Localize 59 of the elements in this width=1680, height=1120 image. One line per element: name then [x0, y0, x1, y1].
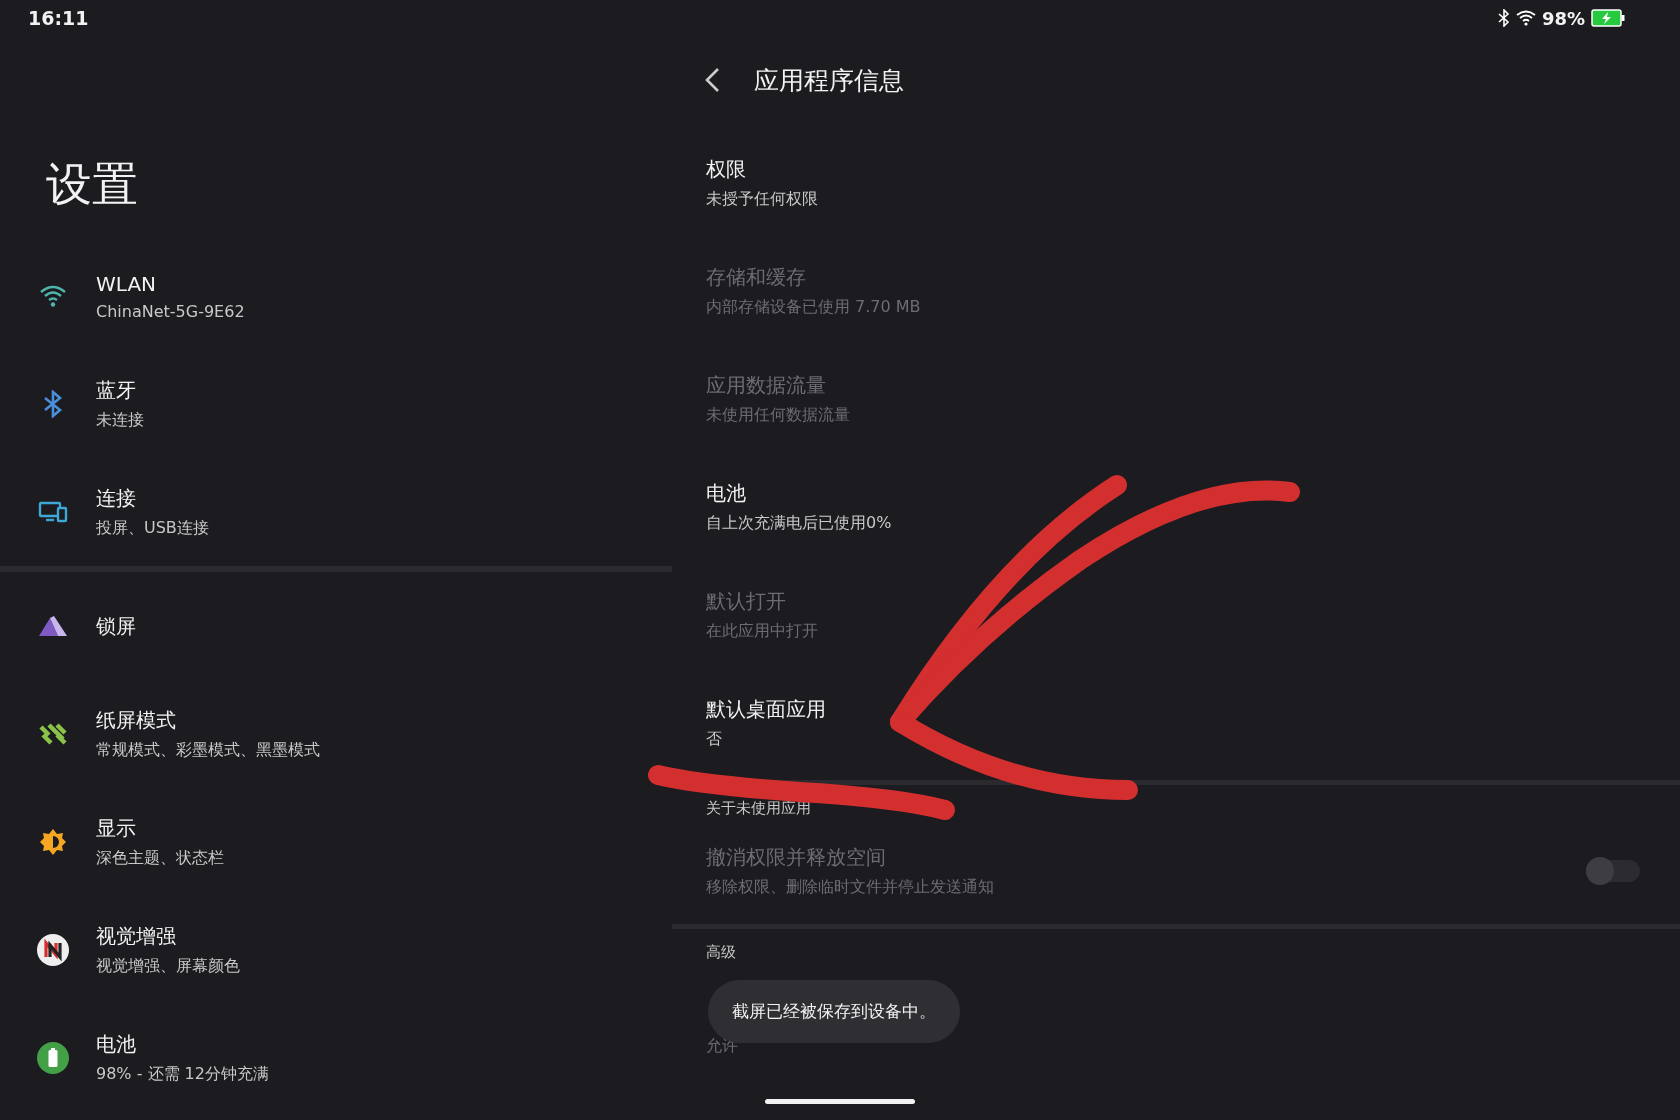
settings-item[interactable]: 电池 98% - 还需 12分钟充满: [0, 1004, 672, 1112]
settings-title: 设置: [45, 156, 139, 213]
item-subtitle: 未授予任何权限: [706, 189, 818, 210]
item-subtitle: 未连接: [96, 410, 144, 431]
item-subtitle: 自上次充满电后已使用0%: [706, 513, 892, 534]
settings-item[interactable]: 锁屏: [0, 572, 672, 680]
wifi-icon: [39, 284, 67, 308]
vision-icon: [36, 933, 70, 967]
bluetooth-icon: [43, 390, 63, 418]
item-title: 应用数据流量: [706, 372, 826, 399]
item-title: 锁屏: [96, 612, 136, 640]
wifi-icon: [1515, 10, 1536, 26]
settings-item[interactable]: 视觉增强 视觉增强、屏幕颜色: [0, 896, 672, 1004]
bluetooth-icon: [1497, 9, 1510, 27]
item-subtitle: 视觉增强、屏幕颜色: [96, 956, 240, 977]
item-subtitle: 常规模式、彩墨模式、黑墨模式: [96, 740, 320, 761]
item-subtitle: 深色主题、状态栏: [96, 848, 224, 869]
section-header: 关于未使用应用: [705, 798, 811, 818]
item-title: 连接: [96, 485, 136, 512]
item-subtitle: ChinaNet-5G-9E62: [96, 301, 245, 321]
settings-item[interactable]: 连接 投屏、USB连接: [0, 458, 672, 566]
brightness-icon: [39, 828, 67, 856]
info-item[interactable]: 电池 自上次充满电后已使用0%: [672, 480, 1680, 588]
info-item[interactable]: 默认桌面应用 否: [672, 696, 1680, 780]
settings-item[interactable]: 显示 深色主题、状态栏: [0, 788, 672, 896]
status-time: 16:11: [28, 7, 89, 29]
item-subtitle: 否: [706, 729, 722, 750]
item-title: 纸屏模式: [96, 707, 176, 734]
mountain-icon: [38, 615, 68, 637]
stripes-icon: [39, 721, 67, 747]
item-title: 显示: [96, 815, 136, 842]
item-title: 存储和缓存: [706, 264, 806, 291]
battery-percent: 98%: [1541, 7, 1585, 29]
item-title: 蓝牙: [96, 377, 136, 404]
item-title: 默认打开: [706, 588, 786, 615]
battery-icon: [36, 1041, 70, 1075]
settings-item[interactable]: 纸屏模式 常规模式、彩墨模式、黑墨模式: [0, 680, 672, 788]
item-title: 撤消权限并释放空间: [706, 844, 886, 871]
item-subtitle: 移除权限、删除临时文件并停止发送通知: [706, 877, 994, 898]
settings-item[interactable]: 蓝牙 未连接: [0, 350, 672, 458]
home-indicator[interactable]: [765, 1099, 915, 1104]
item-title: 电池: [96, 1031, 136, 1058]
page-title: 应用程序信息: [754, 64, 904, 97]
back-icon[interactable]: [704, 67, 720, 93]
item-subtitle: 在此应用中打开: [706, 621, 818, 642]
item-subtitle: 98% - 还需 12分钟充满: [96, 1064, 269, 1085]
devices-icon: [38, 501, 68, 523]
item-subtitle: 投屏、USB连接: [96, 518, 209, 539]
battery-icon: [1591, 9, 1625, 27]
item-title: 权限: [706, 156, 746, 183]
item-subtitle: 内部存储设备已使用 7.70 MB: [706, 297, 921, 318]
item-title: 视觉增强: [96, 923, 176, 950]
item-title: WLAN: [96, 271, 157, 296]
info-item[interactable]: 权限 未授予任何权限: [672, 156, 1680, 264]
item-subtitle: 未使用任何数据流量: [706, 405, 850, 426]
item-title: 默认桌面应用: [706, 696, 826, 723]
section-header: 高级: [705, 942, 736, 962]
settings-item[interactable]: WLAN ChinaNet-5G-9E62: [0, 242, 672, 350]
item-title: 电池: [706, 480, 746, 507]
